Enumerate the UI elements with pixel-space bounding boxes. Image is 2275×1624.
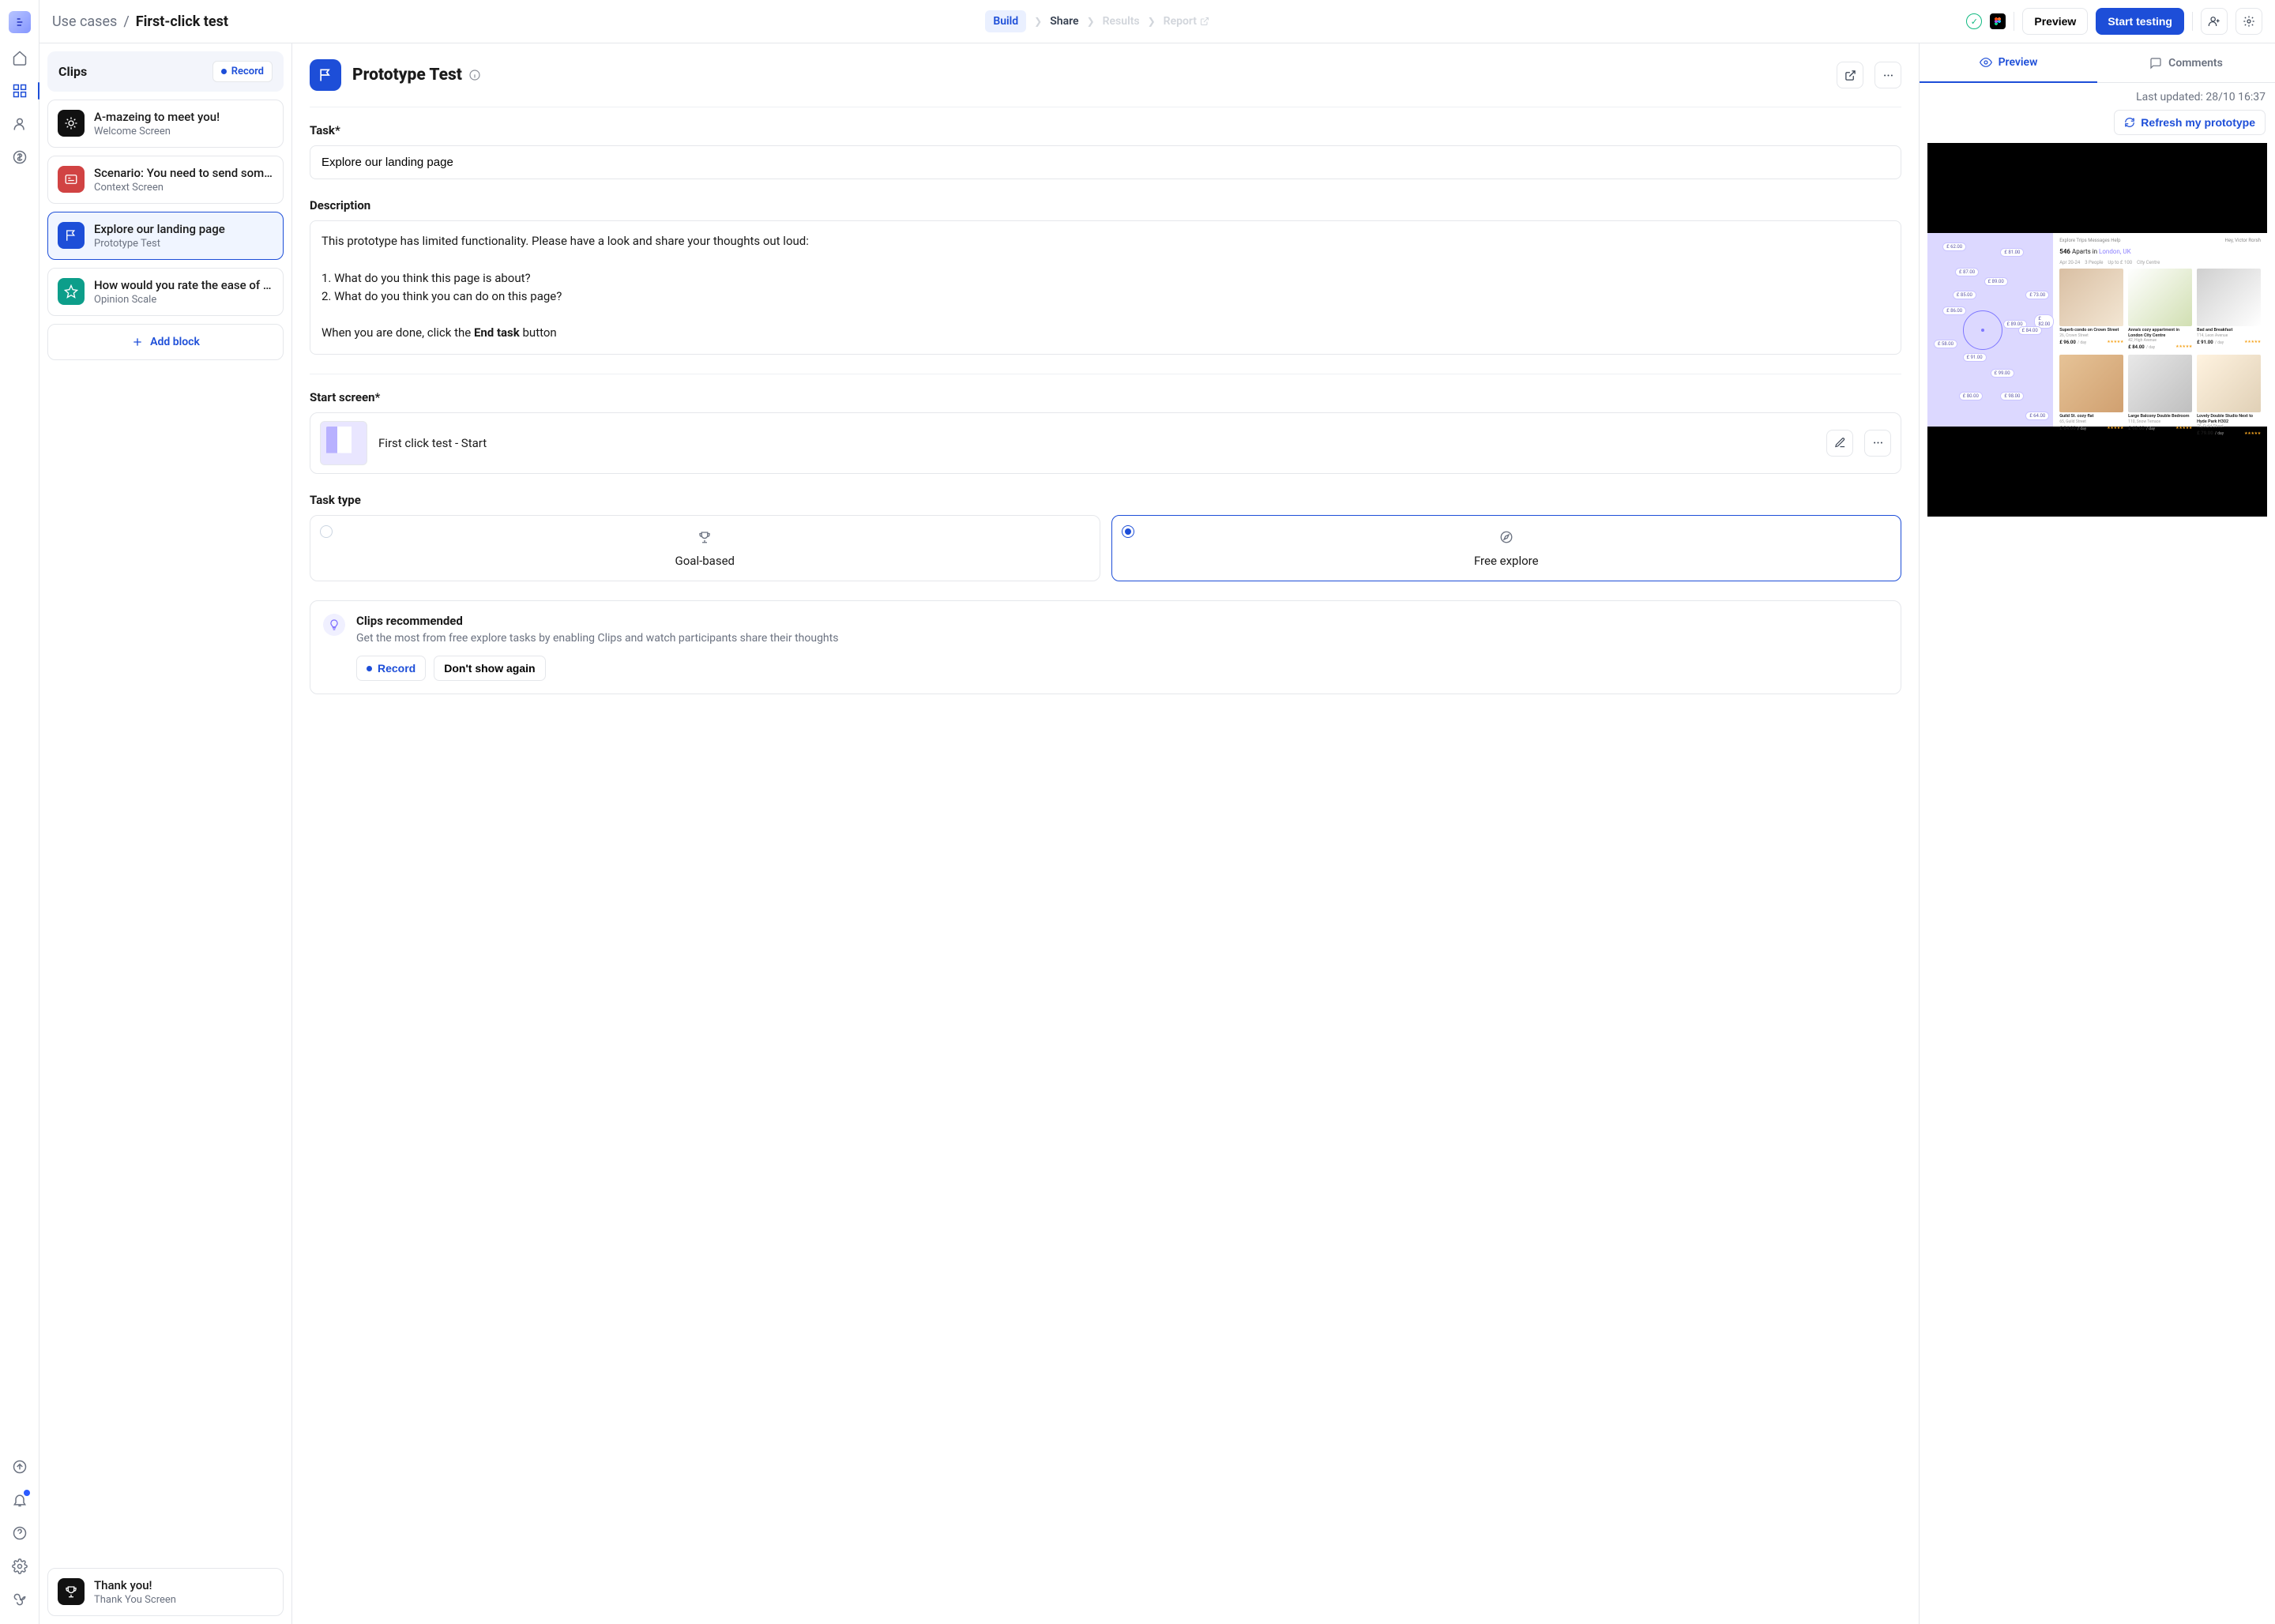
editor-title: Prototype Test: [352, 66, 1826, 85]
clips-panel: Clips Record A-mazeing to meet you! Welc…: [39, 43, 292, 1624]
compass-icon: [1499, 530, 1514, 544]
tab-comments[interactable]: Comments: [2097, 43, 2275, 83]
block-card-context[interactable]: Scenario: You need to send som… Context …: [47, 156, 284, 204]
start-screen-thumbnail: [320, 421, 367, 465]
prototype-content: £ 62.00£ 81.00£ 87.00£ 89.00£ 85.00£ 73.…: [1927, 233, 2267, 427]
tasktype-goal[interactable]: Goal-based: [310, 515, 1100, 581]
block-card-opinion[interactable]: How would you rate the ease of … Opinion…: [47, 268, 284, 316]
edit-startscreen-button[interactable]: [1826, 430, 1853, 457]
plus-icon: [131, 336, 144, 348]
nav-integrations[interactable]: [6, 1586, 33, 1613]
tasktype-free[interactable]: Free explore: [1111, 515, 1902, 581]
add-block-button[interactable]: Add block: [47, 324, 284, 360]
clips-tip: Clips recommended Get the most from free…: [310, 600, 1901, 695]
last-updated: Last updated: 28/10 16:37: [2136, 91, 2266, 103]
flag-icon: [310, 59, 341, 91]
block-card-welcome[interactable]: A-mazeing to meet you! Welcome Screen: [47, 100, 284, 148]
star-icon: [58, 278, 85, 305]
nav-upload[interactable]: [6, 1453, 33, 1480]
chevron-right-icon: ❯: [1148, 16, 1156, 27]
info-icon[interactable]: [468, 69, 481, 81]
tip-record-button[interactable]: Record: [356, 656, 426, 681]
more-button[interactable]: [1875, 62, 1901, 88]
settings-button[interactable]: [2236, 8, 2262, 35]
eye-icon: [1980, 56, 1992, 69]
nav-settings[interactable]: [6, 1553, 33, 1580]
refresh-icon: [2124, 117, 2135, 128]
comment-icon: [2149, 57, 2162, 70]
preview-panel: Preview Comments Last updated: 28/10 16:…: [1920, 43, 2275, 1624]
startscreen-label: Start screen*: [310, 390, 1901, 404]
icon-rail: [0, 0, 39, 1624]
figma-icon[interactable]: [1990, 13, 2006, 29]
task-input[interactable]: [310, 145, 1901, 179]
task-label: Task*: [310, 123, 1901, 137]
radio-checked-icon: [1122, 525, 1134, 538]
block-card-thankyou[interactable]: Thank you! Thank You Screen: [47, 1568, 284, 1616]
tab-preview[interactable]: Preview: [1920, 43, 2097, 83]
open-external-button[interactable]: [1837, 62, 1863, 88]
breadcrumb: Use cases / First-click test: [52, 13, 228, 30]
record-dot-icon: [221, 69, 227, 74]
welcome-icon: [58, 110, 85, 137]
trophy-icon: [698, 530, 712, 544]
clips-title: Clips: [58, 64, 87, 79]
startscreen-more-button[interactable]: [1864, 430, 1891, 457]
step-results: Results: [1103, 15, 1140, 28]
nav-projects[interactable]: [6, 77, 33, 104]
tip-title: Clips recommended: [356, 614, 838, 628]
tip-body: Get the most from free explore tasks by …: [356, 631, 838, 647]
nav-home[interactable]: [6, 44, 33, 71]
nav-notifications[interactable]: [6, 1487, 33, 1513]
clips-header: Clips Record: [47, 51, 284, 92]
editor-panel: Prototype Test Task*: [292, 43, 1920, 1624]
lightbulb-icon: [323, 614, 345, 636]
clips-record-chip[interactable]: Record: [212, 61, 273, 82]
trophy-icon: [58, 1578, 85, 1605]
record-dot-icon: [367, 666, 372, 671]
block-card-prototype[interactable]: Explore our landing page Prototype Test: [47, 212, 284, 260]
description-input[interactable]: This prototype has limited functionality…: [310, 220, 1901, 355]
breadcrumb-parent[interactable]: Use cases: [52, 13, 117, 30]
start-screen-selector: First click test - Start: [310, 412, 1901, 474]
flag-icon: [58, 222, 85, 249]
nav-participants[interactable]: [6, 111, 33, 137]
step-share[interactable]: Share: [1050, 15, 1078, 28]
breadcrumb-current: First-click test: [136, 13, 228, 30]
radio-unchecked-icon: [320, 525, 333, 538]
tasktype-label: Task type: [310, 493, 1901, 507]
status-check-icon: ✓: [1966, 13, 1982, 29]
app-logo[interactable]: [9, 11, 31, 33]
external-link-icon: [1200, 17, 1209, 26]
nav-help[interactable]: [6, 1520, 33, 1547]
start-screen-name: First click test - Start: [378, 436, 1815, 450]
wizard-steps: Build ❯ Share ❯ Results ❯ Report: [985, 10, 1209, 32]
tip-dismiss-button[interactable]: Don't show again: [434, 656, 545, 681]
topbar: Use cases / First-click test Build ❯ Sha…: [39, 0, 2275, 43]
refresh-prototype-button[interactable]: Refresh my prototype: [2114, 110, 2266, 135]
step-report: Report: [1164, 15, 1209, 28]
context-icon: [58, 166, 85, 193]
chevron-right-icon: ❯: [1034, 16, 1042, 27]
step-build[interactable]: Build: [985, 10, 1026, 32]
chevron-right-icon: ❯: [1087, 16, 1095, 27]
start-testing-button[interactable]: Start testing: [2096, 8, 2184, 35]
prototype-stage[interactable]: £ 62.00£ 81.00£ 87.00£ 89.00£ 85.00£ 73.…: [1927, 143, 2267, 517]
preview-button[interactable]: Preview: [2022, 8, 2088, 35]
nav-billing[interactable]: [6, 144, 33, 171]
description-label: Description: [310, 198, 1901, 212]
notification-dot: [24, 1490, 30, 1496]
invite-button[interactable]: [2201, 8, 2228, 35]
